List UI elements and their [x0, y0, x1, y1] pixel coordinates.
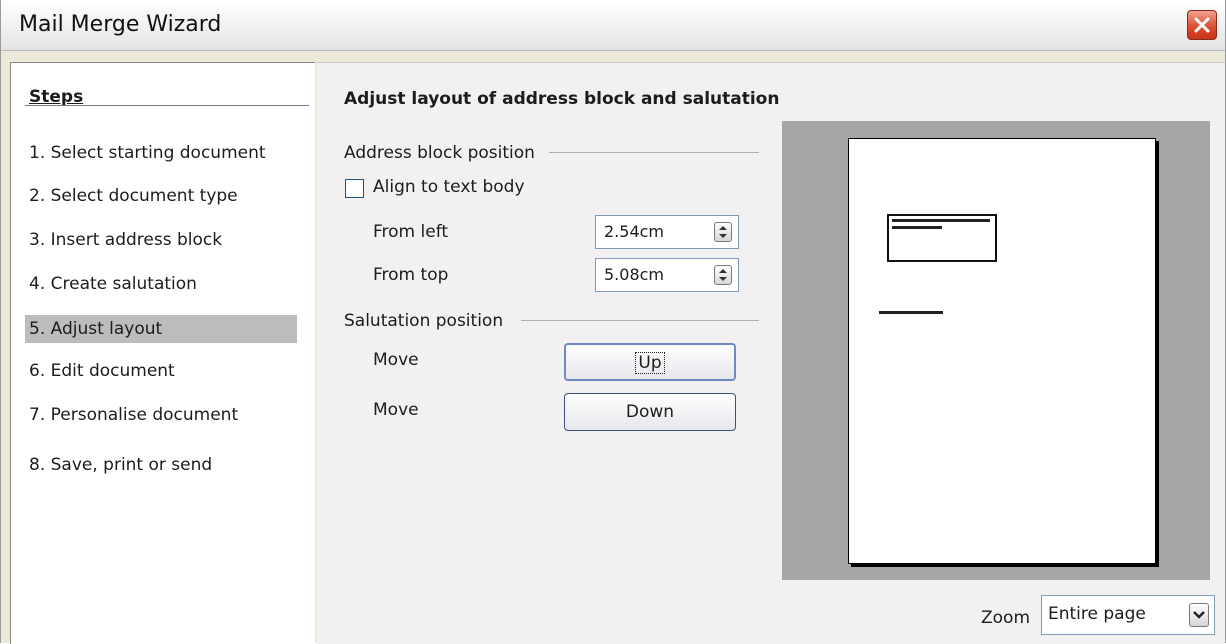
up-button[interactable]: Up [564, 343, 736, 381]
zoom-value: Entire page [1048, 604, 1146, 624]
address-block-group-title: Address block position [344, 143, 535, 163]
zoom-select[interactable]: Entire page [1041, 595, 1215, 635]
from-left-value: 2.54cm [604, 222, 665, 241]
align-to-text-body-checkbox[interactable] [345, 179, 364, 198]
from-left-label: From left [373, 222, 449, 242]
step-item-7[interactable]: 7. Personalise document [25, 401, 297, 429]
from-left-spin-button[interactable] [714, 222, 732, 242]
step-item-4[interactable]: 4. Create salutation [25, 270, 297, 298]
address-line [892, 219, 990, 222]
steps-pane: Steps 1. Select starting document 2. Sel… [10, 62, 315, 644]
salutation-preview [879, 311, 943, 314]
zoom-dropdown-button[interactable] [1189, 603, 1209, 627]
move-label: Move [373, 400, 419, 420]
steps-divider [25, 105, 309, 106]
from-top-spinbox[interactable]: 5.08cm [595, 258, 739, 292]
group-divider [549, 152, 759, 153]
from-top-label: From top [373, 265, 449, 285]
page-title: Adjust layout of address block and salut… [344, 89, 780, 109]
align-to-text-body-label: Align to text body [373, 177, 525, 197]
step-item-1[interactable]: 1. Select starting document [25, 139, 297, 167]
close-icon [1194, 17, 1210, 33]
window-title: Mail Merge Wizard [19, 12, 222, 37]
step-item-5[interactable]: 5. Adjust layout [25, 315, 297, 343]
chevron-down-icon [1193, 611, 1205, 619]
preview-page [848, 138, 1156, 564]
from-left-spinbox[interactable]: 2.54cm [595, 215, 739, 249]
salutation-group-title: Salutation position [344, 311, 504, 331]
spin-arrows-icon [719, 226, 727, 238]
address-block-preview [887, 214, 997, 262]
from-top-value: 5.08cm [604, 265, 665, 284]
zoom-label: Zoom [981, 608, 1031, 628]
title-bar: Mail Merge Wizard [1, 0, 1225, 51]
down-button[interactable]: Down [564, 393, 736, 431]
step-item-3[interactable]: 3. Insert address block [25, 226, 297, 254]
layout-preview [782, 121, 1210, 580]
group-divider [521, 320, 759, 321]
steps-heading: Steps [29, 87, 84, 107]
close-button[interactable] [1187, 10, 1217, 40]
move-label: Move [373, 350, 419, 370]
step-item-2[interactable]: 2. Select document type [25, 182, 297, 210]
step-item-6[interactable]: 6. Edit document [25, 357, 297, 385]
mail-merge-wizard-window: Mail Merge Wizard Steps 1. Select starti… [0, 0, 1226, 644]
from-top-spin-button[interactable] [714, 265, 732, 285]
step-item-8[interactable]: 8. Save, print or send [25, 451, 297, 479]
spin-arrows-icon [719, 269, 727, 281]
address-line [892, 226, 942, 229]
content-pane: Adjust layout of address block and salut… [317, 62, 1225, 644]
up-button-label: Up [635, 352, 665, 374]
